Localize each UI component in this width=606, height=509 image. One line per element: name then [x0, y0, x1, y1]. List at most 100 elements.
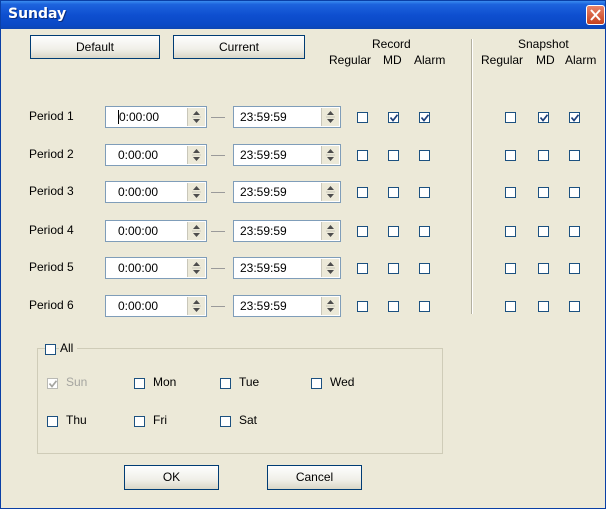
end-time-value[interactable]: 23:59:59	[240, 299, 287, 313]
snapshot-regular-checkbox[interactable]	[505, 150, 516, 161]
end-time-spinner[interactable]	[321, 259, 339, 277]
start-time-value[interactable]: 0:00:00	[118, 224, 158, 238]
record-alarm-checkbox[interactable]	[419, 187, 430, 198]
snapshot-regular-checkbox[interactable]	[505, 263, 516, 274]
start-time-spinner[interactable]	[187, 146, 205, 164]
period-start-time-field[interactable]: 0:00:00	[105, 220, 207, 242]
checkmark-icon	[49, 380, 57, 388]
record-regular-checkbox[interactable]	[357, 301, 368, 312]
period-start-time-field[interactable]: 0:00:00	[105, 144, 207, 166]
record-alarm-checkbox[interactable]	[419, 226, 430, 237]
day-fri-checkbox[interactable]	[134, 416, 145, 427]
record-regular-checkbox[interactable]	[357, 187, 368, 198]
period-end-time-field[interactable]: 23:59:59	[233, 181, 341, 203]
start-time-spinner[interactable]	[187, 108, 205, 126]
snapshot-alarm-checkbox[interactable]	[569, 226, 580, 237]
period-end-time-field[interactable]: 23:59:59	[233, 295, 341, 317]
record-md-checkbox[interactable]	[388, 301, 399, 312]
period-start-time-field[interactable]: 0:00:00	[105, 106, 207, 128]
period-start-time-field[interactable]: 0:00:00	[105, 181, 207, 203]
cancel-button[interactable]: Cancel	[267, 465, 362, 490]
spin-arrows-icon	[326, 149, 335, 161]
period-end-time-field[interactable]: 23:59:59	[233, 106, 341, 128]
record-md-checkbox[interactable]	[388, 263, 399, 274]
record-regular-checkbox[interactable]	[357, 112, 368, 123]
snapshot-alarm-checkbox[interactable]	[569, 301, 580, 312]
start-time-value[interactable]: 0:00:00	[118, 110, 159, 124]
all-days-checkbox[interactable]	[45, 344, 56, 355]
record-regular-checkbox[interactable]	[357, 226, 368, 237]
record-md-checkbox[interactable]	[388, 187, 399, 198]
day-label: Sat	[239, 413, 258, 427]
start-time-value[interactable]: 0:00:00	[118, 185, 158, 199]
snapshot-regular-checkbox[interactable]	[505, 187, 516, 198]
snapshot-md-checkbox[interactable]	[538, 187, 549, 198]
default-button[interactable]: Default	[30, 35, 160, 59]
snapshot-md-checkbox[interactable]	[538, 226, 549, 237]
spin-arrows-icon	[192, 300, 201, 312]
snapshot-md-checkbox[interactable]	[538, 112, 549, 123]
start-time-spinner[interactable]	[187, 297, 205, 315]
record-regular-checkbox[interactable]	[357, 150, 368, 161]
window-title: Sunday	[8, 6, 67, 22]
record-col-md: MD	[383, 53, 402, 67]
close-button[interactable]	[586, 5, 605, 25]
period-end-time-field[interactable]: 23:59:59	[233, 257, 341, 279]
record-md-checkbox[interactable]	[388, 150, 399, 161]
day-thu-checkbox[interactable]	[47, 416, 58, 427]
snapshot-regular-checkbox[interactable]	[505, 226, 516, 237]
period-start-time-field[interactable]: 0:00:00	[105, 295, 207, 317]
spin-arrows-icon	[326, 300, 335, 312]
end-time-value[interactable]: 23:59:59	[240, 110, 287, 124]
record-regular-checkbox[interactable]	[357, 263, 368, 274]
record-md-checkbox[interactable]	[388, 112, 399, 123]
snapshot-regular-checkbox[interactable]	[505, 301, 516, 312]
time-range-dash	[211, 155, 225, 156]
record-alarm-checkbox[interactable]	[419, 150, 430, 161]
start-time-spinner[interactable]	[187, 259, 205, 277]
end-time-value[interactable]: 23:59:59	[240, 148, 287, 162]
record-alarm-checkbox[interactable]	[419, 112, 430, 123]
snapshot-header: Snapshot	[518, 37, 569, 51]
snapshot-md-checkbox[interactable]	[538, 150, 549, 161]
snapshot-alarm-checkbox[interactable]	[569, 263, 580, 274]
all-days-label: All	[59, 341, 78, 355]
start-time-spinner[interactable]	[187, 183, 205, 201]
snapshot-md-checkbox[interactable]	[538, 301, 549, 312]
snapshot-alarm-checkbox[interactable]	[569, 150, 580, 161]
start-time-spinner[interactable]	[187, 222, 205, 240]
start-time-value[interactable]: 0:00:00	[118, 299, 158, 313]
start-time-value[interactable]: 0:00:00	[118, 261, 158, 275]
end-time-value[interactable]: 23:59:59	[240, 261, 287, 275]
period-end-time-field[interactable]: 23:59:59	[233, 220, 341, 242]
snapshot-col-md: MD	[536, 53, 555, 67]
snapshot-alarm-checkbox[interactable]	[569, 112, 580, 123]
spin-arrows-icon	[326, 111, 335, 123]
record-alarm-checkbox[interactable]	[419, 301, 430, 312]
period-start-time-field[interactable]: 0:00:00	[105, 257, 207, 279]
end-time-spinner[interactable]	[321, 222, 339, 240]
end-time-spinner[interactable]	[321, 183, 339, 201]
start-time-value[interactable]: 0:00:00	[118, 148, 158, 162]
day-sat-checkbox[interactable]	[220, 416, 231, 427]
day-tue-checkbox[interactable]	[220, 378, 231, 389]
title-bar[interactable]: Sunday	[1, 1, 605, 29]
record-alarm-checkbox[interactable]	[419, 263, 430, 274]
end-time-spinner[interactable]	[321, 146, 339, 164]
period-end-time-field[interactable]: 23:59:59	[233, 144, 341, 166]
spin-arrows-icon	[192, 262, 201, 274]
day-mon-checkbox[interactable]	[134, 378, 145, 389]
end-time-spinner[interactable]	[321, 108, 339, 126]
snapshot-md-checkbox[interactable]	[538, 263, 549, 274]
snapshot-col-alarm: Alarm	[565, 53, 597, 67]
end-time-spinner[interactable]	[321, 297, 339, 315]
day-label: Mon	[153, 375, 177, 389]
record-md-checkbox[interactable]	[388, 226, 399, 237]
snapshot-regular-checkbox[interactable]	[505, 112, 516, 123]
end-time-value[interactable]: 23:59:59	[240, 224, 287, 238]
snapshot-alarm-checkbox[interactable]	[569, 187, 580, 198]
day-wed-checkbox[interactable]	[311, 378, 322, 389]
ok-button[interactable]: OK	[124, 465, 219, 490]
end-time-value[interactable]: 23:59:59	[240, 185, 287, 199]
current-button[interactable]: Current	[173, 35, 305, 59]
